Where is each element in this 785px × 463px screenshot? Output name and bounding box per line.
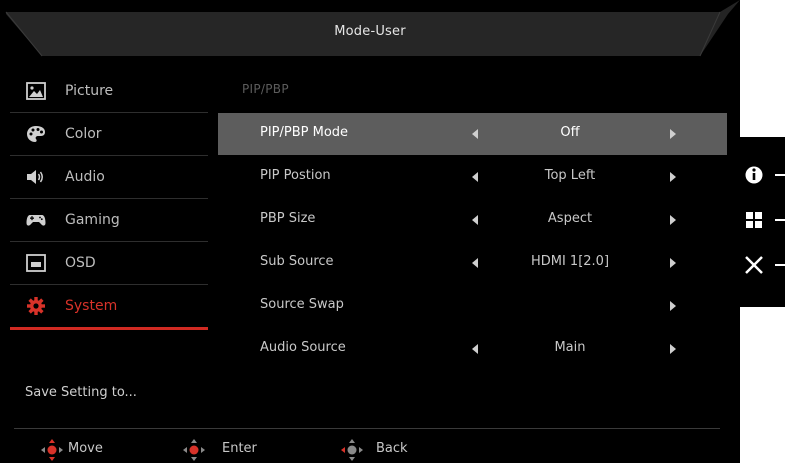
row-label: PIP/PBP Mode: [260, 125, 349, 140]
menu-key[interactable]: [735, 200, 785, 240]
row-value: Main: [554, 340, 586, 355]
close-key[interactable]: [735, 245, 785, 285]
sidebar-item-label: System: [65, 298, 118, 314]
right-arrow-icon[interactable]: [670, 129, 676, 139]
header-bar: Mode-User: [0, 0, 740, 58]
hint-move: Move: [40, 438, 150, 462]
sidebar-item-label: OSD: [65, 255, 96, 271]
gamepad-icon: [26, 215, 46, 226]
row-source-swap[interactable]: Source Swap: [218, 285, 727, 327]
sidebar-item-picture[interactable]: Picture: [10, 70, 208, 113]
row-label: Audio Source: [260, 340, 346, 355]
left-arrow-icon[interactable]: [472, 258, 478, 268]
sidebar-item-gaming[interactable]: Gaming: [10, 199, 208, 242]
picture-icon: [26, 82, 46, 100]
save-setting-item[interactable]: Save Setting to...: [25, 385, 137, 400]
sidebar-item-label: Color: [65, 126, 102, 142]
row-value: Top Left: [544, 168, 596, 183]
row-label: PIP Postion: [260, 168, 331, 183]
right-arrow-icon[interactable]: [670, 258, 676, 268]
footer-divider: [14, 428, 720, 429]
row-label: Source Swap: [260, 297, 344, 312]
osd-window-icon: [26, 254, 46, 272]
hotkey-panel: [735, 137, 785, 307]
row-audio-source[interactable]: Audio Source Main: [218, 328, 727, 370]
sidebar-item-color[interactable]: Color: [10, 113, 208, 156]
gear-icon: [27, 297, 45, 315]
joystick-back-icon: [341, 439, 363, 461]
left-arrow-icon[interactable]: [472, 344, 478, 354]
row-label: Sub Source: [260, 254, 334, 269]
left-arrow-icon[interactable]: [472, 172, 478, 182]
right-arrow-icon[interactable]: [670, 172, 676, 182]
hint-enter: Enter: [182, 438, 282, 462]
row-pbp-size[interactable]: PBP Size Aspect: [218, 199, 727, 241]
speaker-icon: [27, 170, 43, 184]
right-arrow-icon[interactable]: [670, 215, 676, 225]
sidebar-item-label: Gaming: [65, 212, 120, 228]
row-value: Aspect: [547, 211, 593, 226]
row-pip-position[interactable]: PIP Postion Top Left: [218, 156, 727, 198]
right-arrow-icon[interactable]: [670, 301, 676, 311]
row-sub-source[interactable]: Sub Source HDMI 1[2.0]: [218, 242, 727, 284]
row-value: Off: [560, 125, 580, 140]
close-icon: [745, 256, 785, 274]
hint-label: Enter: [222, 441, 257, 456]
right-arrow-icon[interactable]: [670, 344, 676, 354]
sidebar-item-osd[interactable]: OSD: [10, 242, 208, 285]
info-icon: [745, 166, 785, 184]
row-pip-pbp-mode[interactable]: PIP/PBP Mode Off: [218, 113, 727, 155]
joystick-move-icon: [41, 439, 63, 461]
row-label: PBP Size: [260, 211, 316, 226]
hint-back: Back: [340, 438, 440, 462]
section-title: PIP/PBP: [242, 82, 289, 96]
sidebar-item-audio[interactable]: Audio: [10, 156, 208, 199]
left-arrow-icon[interactable]: [472, 129, 478, 139]
hint-label: Move: [68, 441, 103, 456]
left-arrow-icon[interactable]: [472, 215, 478, 225]
info-key[interactable]: [735, 155, 785, 195]
sidebar-item-label: Audio: [65, 169, 105, 185]
menu-grid-icon: [746, 212, 785, 228]
hint-label: Back: [376, 441, 408, 456]
row-value: HDMI 1[2.0]: [530, 254, 610, 269]
page-title: Mode-User: [334, 24, 406, 39]
osd-menu: Mode-User Picture Color Audio Gaming OSD…: [0, 0, 740, 463]
palette-icon: [27, 126, 45, 142]
sidebar-item-system[interactable]: System: [10, 285, 208, 330]
sidebar-item-label: Picture: [65, 83, 114, 99]
joystick-enter-icon: [183, 439, 205, 461]
